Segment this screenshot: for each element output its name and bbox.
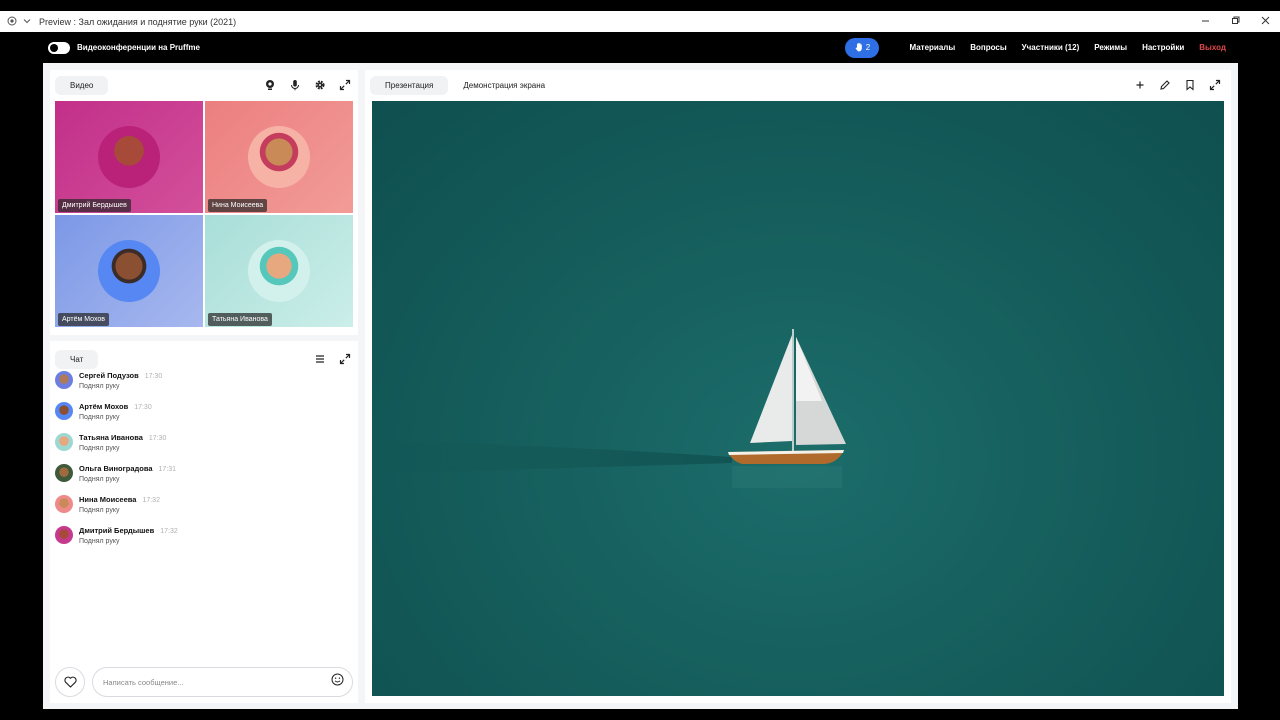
top-nav: 2 Материалы Вопросы Участники (12) Режим… [845,37,1226,58]
list-item: Дмитрий Бердышев 17:32 Поднял руку [55,526,353,557]
heart-icon [63,676,77,688]
nav-exit[interactable]: Выход [1199,43,1226,52]
message-author: Татьяна Иванова [79,433,143,442]
tab-screen-share[interactable]: Демонстрация экрана [448,76,560,95]
message-text: Поднял руку [79,383,120,390]
video-grid: Дмитрий Бердышев Нина Моисеева Артём Мох… [55,101,354,327]
plus-icon[interactable] [1132,77,1148,93]
avatar [55,433,73,451]
menu-icon[interactable] [312,351,328,367]
presentation-slide [372,101,1224,696]
raised-hands-button[interactable]: 2 [845,37,880,58]
nav-participants[interactable]: Участники (12) [1022,43,1080,52]
list-item: Артём Мохов 17:30 Поднял руку [55,402,353,433]
camera-icon[interactable] [262,77,278,93]
expand-icon[interactable] [337,77,353,93]
video-panel: Видео Дмитрий Бердышев Нина Моисеева Арт… [50,70,358,335]
video-panel-header: Видео [50,70,358,100]
chat-panel-header: Чат [50,341,358,371]
avatar [248,126,310,188]
message-author: Ольга Виноградова [79,464,153,473]
sailboat-image [372,329,846,488]
pencil-icon[interactable] [1157,77,1173,93]
message-input[interactable] [103,677,331,687]
expand-icon[interactable] [337,351,353,367]
message-text: Поднял руку [79,445,120,452]
participant-name: Нина Моисеева [208,199,268,212]
message-time: 17:30 [134,404,152,411]
brand-title: Видеоконференции на Pruffme [77,43,200,52]
avatar [55,371,73,389]
list-item: Нина Моисеева 17:32 Поднял руку [55,495,353,526]
chevron-down-icon[interactable] [23,17,31,27]
workspace: Видео Дмитрий Бердышев Нина Моисеева Арт… [43,63,1238,709]
video-tile[interactable]: Нина Моисеева [205,101,353,213]
message-time: 17:32 [160,528,178,535]
avatar [98,126,160,188]
emoji-icon[interactable] [331,673,344,691]
presentation-panel: Презентация Демонстрация экрана [365,70,1231,703]
tab-chat[interactable]: Чат [55,349,99,369]
tab-video[interactable]: Видео [55,75,109,95]
message-time: 17:30 [144,373,163,380]
avatar [98,240,160,302]
bookmark-icon[interactable] [1182,77,1198,93]
list-item: Татьяна Иванова 17:30 Поднял руку [55,433,353,464]
video-tile[interactable]: Дмитрий Бердышев [55,101,203,213]
avatar [55,402,73,420]
minimize-icon[interactable] [1190,16,1220,28]
nav-modes[interactable]: Режимы [1094,43,1127,52]
avatar [55,495,73,513]
message-time: 17:31 [158,466,177,473]
video-tile[interactable]: Артём Мохов [55,215,203,327]
chat-messages: Сергей Подузов 17:30 Поднял руку Артём М… [55,371,353,557]
window-title: Preview : Зал ожидания и поднятие руки (… [39,16,237,27]
app-header: Видеоконференции на Pruffme 2 Материалы … [0,32,1280,63]
tab-presentation[interactable]: Презентация [370,75,449,95]
microphone-icon[interactable] [287,77,303,93]
message-text: Поднял руку [79,414,120,421]
like-button[interactable] [55,667,85,697]
raised-hands-count: 2 [865,43,871,52]
nav-questions[interactable]: Вопросы [970,43,1006,52]
list-item: Ольга Виноградова 17:31 Поднял руку [55,464,353,495]
message-text: Поднял руку [79,538,120,545]
app-window: Preview : Зал ожидания и поднятие руки (… [0,0,1280,720]
window-titlebar: Preview : Зал ожидания и поднятие руки (… [0,11,1280,32]
theme-toggle[interactable] [48,41,70,54]
presentation-panel-header: Презентация Демонстрация экрана [365,70,1231,100]
restore-icon[interactable] [1220,16,1250,28]
message-time: 17:32 [142,497,160,504]
participant-name: Татьяна Иванова [208,313,272,326]
participant-name: Артём Мохов [58,313,110,326]
message-time: 17:30 [148,435,167,442]
close-icon[interactable] [1250,16,1280,28]
expand-icon[interactable] [1207,77,1223,93]
nav-settings[interactable]: Настройки [1142,43,1184,52]
chat-panel: Чат Сергей Подузов 17:30 Поднял руку Арт… [50,341,358,703]
app-icon [7,16,17,28]
message-author: Дмитрий Бердышев [79,526,155,535]
gear-icon[interactable] [312,77,328,93]
list-item: Сергей Подузов 17:30 Поднял руку [55,371,353,402]
message-text: Поднял руку [79,476,120,483]
participant-name: Дмитрий Бердышев [58,199,131,212]
message-author: Артём Мохов [79,402,129,411]
hand-icon [855,42,864,54]
message-text: Поднял руку [79,507,120,514]
message-author: Нина Моисеева [79,495,137,504]
message-author: Сергей Подузов [79,371,139,380]
avatar [55,464,73,482]
nav-materials[interactable]: Материалы [909,43,955,52]
video-tile[interactable]: Татьяна Иванова [205,215,353,327]
chat-composer [55,667,353,697]
avatar [248,240,310,302]
message-field[interactable] [92,667,353,697]
avatar [55,526,73,544]
